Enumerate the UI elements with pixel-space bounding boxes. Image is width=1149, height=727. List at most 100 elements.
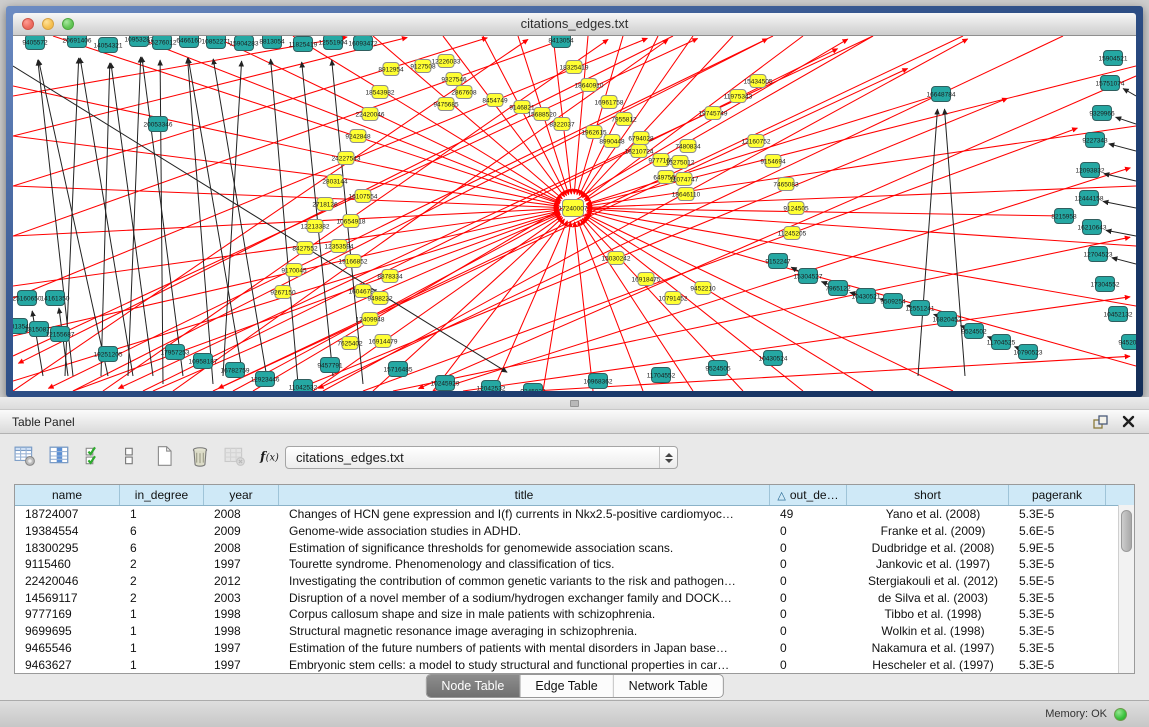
network-node[interactable]: 11245205 xyxy=(778,227,807,240)
node-table[interactable]: namein_degreeyeartitle△out_de…shortpager… xyxy=(14,484,1135,674)
column-header-in_degree[interactable]: in_degree xyxy=(120,485,204,505)
column-header-short[interactable]: short xyxy=(847,485,1009,505)
network-node[interactable]: 11825419 xyxy=(289,37,318,52)
table-row[interactable]: 977716911998Corpus callosum shape and si… xyxy=(15,606,1134,623)
network-node[interactable]: 16914479 xyxy=(369,335,398,348)
table-row[interactable]: 2242004622012Investigating the contribut… xyxy=(15,573,1134,590)
function-builder-icon[interactable]: f(x) xyxy=(257,444,283,470)
close-panel-icon[interactable] xyxy=(1119,414,1137,430)
network-node[interactable]: 9475685 xyxy=(433,98,459,111)
network-node[interactable]: 10790523 xyxy=(1014,345,1043,360)
network-node[interactable]: 7965122 xyxy=(825,281,851,296)
table-vertical-scrollbar[interactable] xyxy=(1118,505,1134,673)
network-node[interactable]: 9524502 xyxy=(961,324,987,339)
table-row[interactable]: 911546021997Tourette syndrome. Phenomeno… xyxy=(15,556,1134,573)
tab-node-table[interactable]: Node Table xyxy=(426,675,520,697)
network-node[interactable]: 10452132 xyxy=(1104,307,1133,322)
dropdown-stepper-icon[interactable] xyxy=(659,447,677,468)
network-node[interactable]: 7480834 xyxy=(675,140,701,153)
network-node[interactable]: 14161350 xyxy=(41,291,70,306)
row-visibility-icon[interactable] xyxy=(117,444,143,470)
select-columns-icon[interactable] xyxy=(82,444,108,470)
delete-table-disabled-icon[interactable] xyxy=(222,444,248,470)
network-node[interactable]: 11704552 xyxy=(647,368,676,383)
network-node[interactable]: 12923446 xyxy=(251,372,280,387)
column-header-out_de[interactable]: △out_de… xyxy=(770,485,847,505)
network-node[interactable]: 9227343 xyxy=(1082,133,1108,148)
network-node[interactable]: 12444158 xyxy=(1075,191,1104,206)
network-node[interactable]: 9267150 xyxy=(270,286,296,299)
float-panel-icon[interactable] xyxy=(1091,414,1109,430)
table-row[interactable]: 946554611997Estimation of the future num… xyxy=(15,640,1134,657)
network-node[interactable]: 10791452 xyxy=(659,292,688,305)
network-canvas[interactable]: 9405572206914061405432110953287152760126… xyxy=(13,36,1136,391)
network-node[interactable]: 12704523 xyxy=(1084,247,1113,262)
network-node[interactable]: 8912954 xyxy=(378,63,404,76)
network-node[interactable]: 12226033 xyxy=(432,55,461,68)
network-node[interactable]: 9509254 xyxy=(880,294,906,309)
network-node[interactable]: 20053346 xyxy=(144,117,173,132)
network-node[interactable]: 18543982 xyxy=(366,86,395,99)
network-node[interactable]: 25160650 xyxy=(13,291,42,306)
column-header-year[interactable]: year xyxy=(204,485,279,505)
table-settings-icon[interactable] xyxy=(12,444,38,470)
network-node[interactable]: 14054321 xyxy=(94,38,123,53)
scrollbar-thumb[interactable] xyxy=(1121,510,1132,552)
network-node[interactable]: 10430524 xyxy=(759,351,788,366)
network-node[interactable]: 24227543 xyxy=(332,152,361,165)
network-node[interactable]: 20691406 xyxy=(63,36,92,48)
network-node[interactable]: 9457791 xyxy=(317,358,343,373)
table-row[interactable]: 1830029562008Estimation of significance … xyxy=(15,539,1134,556)
network-node[interactable]: 16093472 xyxy=(349,36,378,51)
network-node[interactable]: 9405572 xyxy=(22,36,48,50)
network-node[interactable]: 12093832 xyxy=(1076,163,1105,178)
network-node[interactable]: 12042532 xyxy=(477,381,506,392)
network-node[interactable]: 10852271 xyxy=(202,36,231,49)
network-node[interactable]: 9245022 xyxy=(520,384,546,392)
column-header-pagerank[interactable]: pagerank xyxy=(1009,485,1106,505)
network-node[interactable]: 9524505 xyxy=(705,361,731,376)
network-node[interactable]: 9452054 xyxy=(1118,335,1136,350)
network-node[interactable]: 11042532 xyxy=(289,380,318,392)
network-node[interactable]: 9329966 xyxy=(1089,106,1115,121)
network-node[interactable]: 9124505 xyxy=(783,202,809,215)
table-row[interactable]: 969969511998Structural magnetic resonanc… xyxy=(15,623,1134,640)
network-node[interactable]: 16210724 xyxy=(625,145,654,158)
tab-edge-table[interactable]: Edge Table xyxy=(520,675,613,697)
network-node[interactable]: 8322037 xyxy=(549,118,575,131)
column-header-name[interactable]: name xyxy=(15,485,120,505)
column-header-title[interactable]: title xyxy=(279,485,770,505)
network-node[interactable]: 9242848 xyxy=(345,130,371,143)
network-node[interactable]: 15904521 xyxy=(1099,51,1128,66)
column-view-icon[interactable] xyxy=(47,444,73,470)
network-node[interactable]: 16961758 xyxy=(595,96,624,109)
network-window-titlebar[interactable]: citations_edges.txt xyxy=(13,13,1136,36)
tab-network-table[interactable]: Network Table xyxy=(614,675,723,697)
network-hub-node[interactable]: 17240007 xyxy=(559,200,588,217)
network-node[interactable]: 11704525 xyxy=(987,335,1016,350)
network-node[interactable]: 19745749 xyxy=(699,107,728,120)
network-node[interactable]: 9152247 xyxy=(765,254,791,269)
new-file-icon[interactable] xyxy=(152,444,178,470)
network-node[interactable]: 15904283 xyxy=(230,36,259,51)
table-row[interactable]: 1456911722003Disruption of a novel membe… xyxy=(15,589,1134,606)
network-node[interactable]: 15751074 xyxy=(1096,76,1125,91)
network-node[interactable]: 12409948 xyxy=(356,313,385,326)
table-row[interactable]: 1872400712008Changes of HCN gene express… xyxy=(15,506,1134,523)
network-node[interactable]: 8813054 xyxy=(259,36,285,49)
table-select-dropdown[interactable]: citations_edges.txt xyxy=(285,446,678,469)
table-row[interactable]: 946362711997Embryonic stem cells: a mode… xyxy=(15,656,1134,673)
network-node[interactable]: 6794028 xyxy=(628,132,654,145)
network-node[interactable]: 6466160 xyxy=(176,36,202,48)
network-node[interactable]: 12160752 xyxy=(742,135,771,148)
table-row[interactable]: 1938455462009Genome-wide association stu… xyxy=(15,523,1134,540)
network-node[interactable]: 7465083 xyxy=(773,178,799,191)
network-node[interactable]: 22420046 xyxy=(356,108,385,121)
network-node[interactable]: 16210643 xyxy=(1078,220,1107,235)
network-node[interactable]: 8215958 xyxy=(1051,209,1077,224)
network-node[interactable]: 10430521 xyxy=(852,289,881,304)
network-node[interactable]: 8990448 xyxy=(599,135,625,148)
network-node[interactable]: 2867608 xyxy=(451,86,477,99)
network-node[interactable]: 17304552 xyxy=(1091,277,1120,292)
delete-icon[interactable] xyxy=(187,444,213,470)
